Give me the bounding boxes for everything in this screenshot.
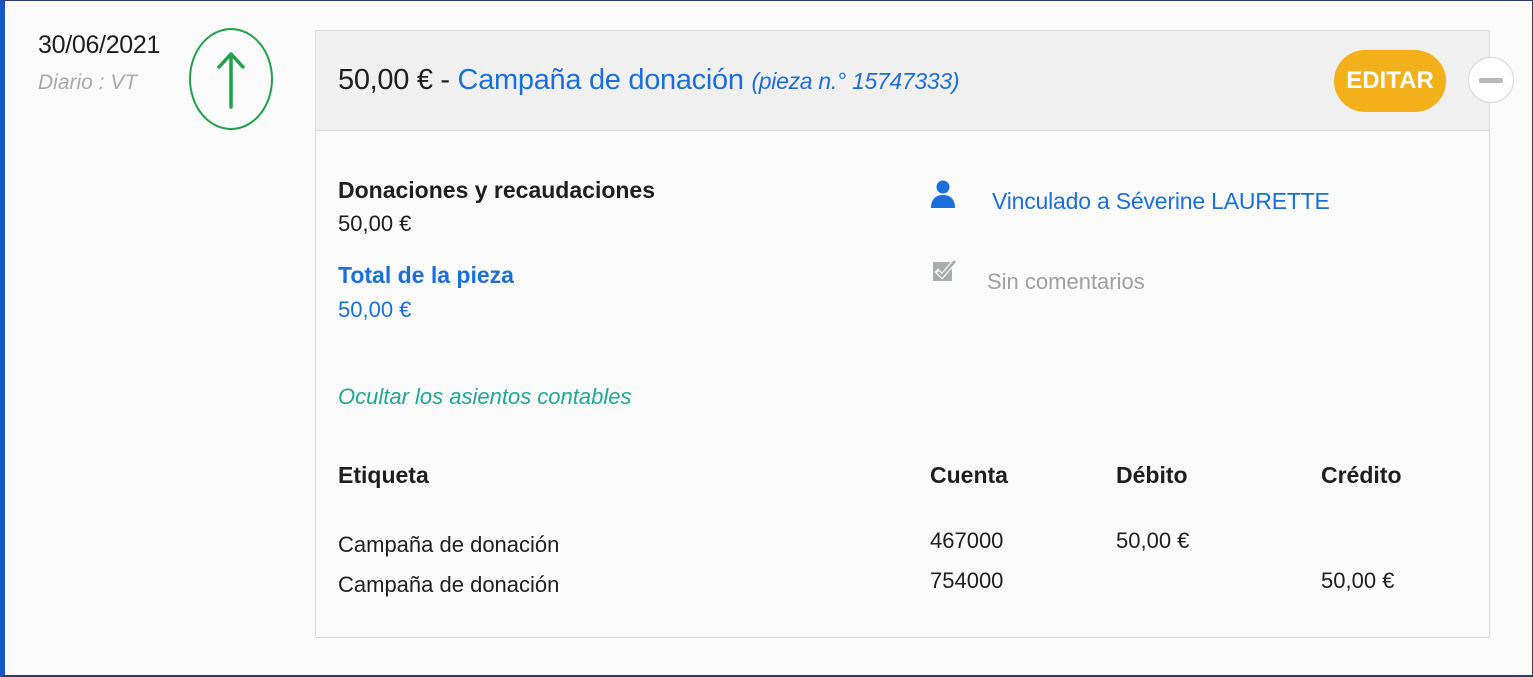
total-label: Total de la pieza [338, 262, 514, 288]
minus-icon [1479, 77, 1503, 83]
entry-date: 30/06/2021 [38, 31, 161, 59]
row-1-debit: 50,00 € [1116, 528, 1190, 553]
journal-label: Diario : VT [38, 71, 138, 94]
col-header-label: Etiqueta [338, 462, 429, 488]
entry-card-header: 50,00 € - Campaña de donación (pieza n.°… [316, 31, 1514, 131]
piece-number: (pieza n.° 15747333) [751, 68, 960, 94]
col-header-account: Cuenta [930, 462, 1008, 488]
collapse-button[interactable] [1468, 57, 1514, 103]
col-header-credit: Crédito [1321, 462, 1402, 488]
row-1-account: 467000 [930, 528, 1004, 553]
edit-note-icon [933, 257, 958, 281]
row-1-label: Campaña de donación [338, 532, 560, 557]
row-2-label: Campaña de donación [338, 572, 560, 597]
title-separator: - [432, 64, 458, 96]
arrow-up-icon [217, 52, 245, 109]
category-label: Donaciones y recaudaciones [338, 177, 656, 203]
row-2-account: 754000 [930, 568, 1004, 593]
direction-badge [189, 28, 273, 130]
user-icon [931, 180, 955, 208]
entry-card: 50,00 € - Campaña de donación (pieza n.°… [315, 30, 1514, 638]
entry-title: 50,00 € - Campaña de donación (pieza n.°… [338, 64, 960, 97]
total-value: 50,00 € [338, 297, 412, 322]
hide-entries-link[interactable]: Ocultar los asientos contables [338, 384, 632, 410]
entry-title-link[interactable]: Campaña de donación [458, 64, 744, 96]
entry-amount: 50,00 € [338, 64, 433, 96]
comments-text[interactable]: Sin comentarios [987, 269, 1145, 295]
col-header-debit: Débito [1116, 462, 1188, 488]
row-2-credit: 50,00 € [1321, 568, 1395, 593]
edit-button[interactable]: EDITAR [1334, 50, 1446, 112]
entry-panel: 30/06/2021 Diario : VT 50,00 € - Campaña… [0, 0, 1533, 677]
category-value: 50,00 € [338, 211, 412, 236]
linked-contact-link[interactable]: Vinculado a Séverine LAURETTE [992, 188, 1330, 215]
